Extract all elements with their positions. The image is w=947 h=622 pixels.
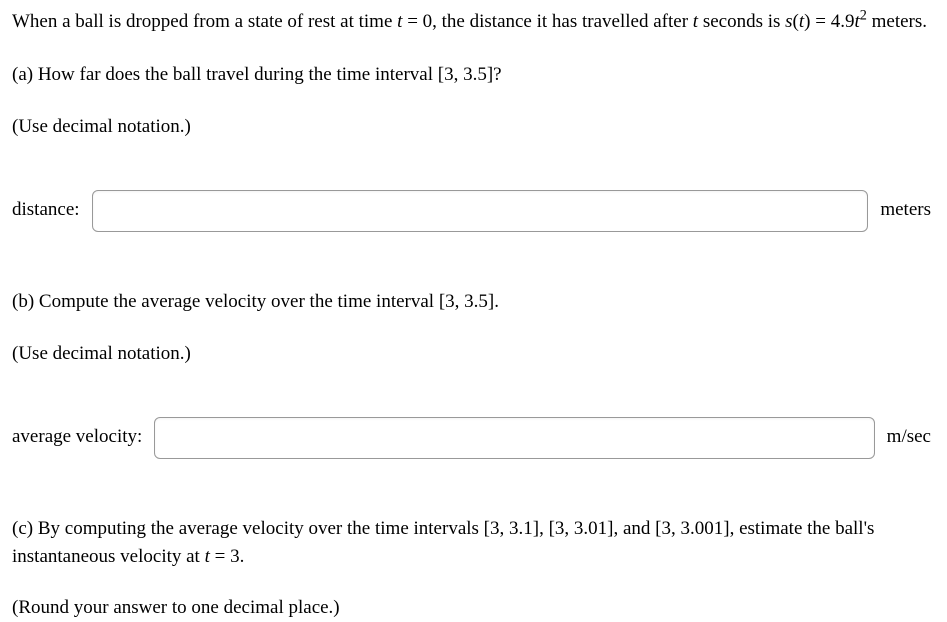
part-c-line2-rest: = 3. <box>210 546 244 567</box>
problem-intro: When a ball is dropped from a state of r… <box>12 8 935 37</box>
intro-text-post: seconds is <box>698 11 785 32</box>
intro-eq2-close: ) = 4.9 <box>804 11 854 32</box>
part-a-answer-row: distance: meters <box>12 190 935 232</box>
avg-velocity-label: average velocity: <box>12 423 142 452</box>
intro-s: s <box>785 11 792 32</box>
distance-label: distance: <box>12 196 80 225</box>
part-c-line1: (c) By computing the average velocity ov… <box>12 518 874 539</box>
part-c-line2-pre: instantaneous velocity at <box>12 546 205 567</box>
intro-text-pre: When a ball is dropped from a state of r… <box>12 11 397 32</box>
intro-text-mid: , the distance it has travelled after <box>432 11 693 32</box>
distance-unit: meters <box>880 196 931 225</box>
part-a-instruction: (Use decimal notation.) <box>12 113 935 142</box>
intro-exponent: 2 <box>860 8 867 24</box>
part-c-instruction: (Round your answer to one decimal place.… <box>12 594 935 622</box>
part-c-question: (c) By computing the average velocity ov… <box>12 515 935 572</box>
part-b-answer-row: average velocity: m/sec <box>12 417 935 459</box>
part-b-question: (b) Compute the average velocity over th… <box>12 288 935 317</box>
distance-input[interactable] <box>92 190 869 232</box>
intro-eq1-rest: = 0 <box>402 11 432 32</box>
part-a-question: (a) How far does the ball travel during … <box>12 61 935 90</box>
avg-velocity-input[interactable] <box>154 417 874 459</box>
part-b-instruction: (Use decimal notation.) <box>12 340 935 369</box>
avg-velocity-unit: m/sec <box>887 423 931 452</box>
intro-end: meters. <box>867 11 927 32</box>
